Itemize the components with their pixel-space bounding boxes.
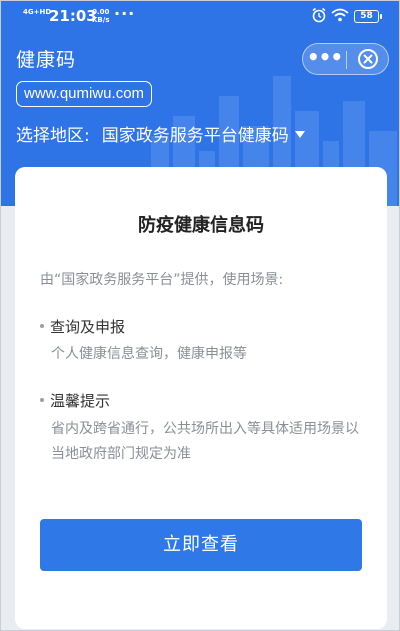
status-bar: 4G+HD 21:03 0.00 KB/s ··· 58 [1, 1, 399, 33]
region-selector[interactable]: 选择地区: 国家政务服务平台健康码 [16, 121, 305, 146]
battery-level: 58 [360, 11, 373, 21]
watermark-url: www.qumiwu.com [16, 81, 153, 107]
view-now-button[interactable]: 立即查看 [40, 519, 362, 571]
card-intro: 由“国家政务服务平台”提供，使用场景: [40, 272, 284, 288]
info-card: 防疫健康信息码 由“国家政务服务平台”提供，使用场景: 查询及申报 个人健康信息… [15, 167, 387, 629]
section-heading-text: 温馨提示 [50, 392, 111, 410]
section-heading: 查询及申报 [40, 316, 125, 337]
capsule-divider [346, 51, 347, 69]
section-body: 个人健康信息查询，健康申报等 [51, 346, 247, 362]
close-miniapp-button[interactable] [358, 49, 378, 69]
network-type: 4G+HD [23, 8, 52, 16]
alarm-icon [312, 7, 326, 23]
card-title: 防疫健康信息码 [138, 215, 264, 236]
section-body: 省内及跨省通行，公共场所出入等具体适用场景以当地政府部门规定为准 [51, 421, 359, 462]
more-options-button[interactable]: ••• [303, 44, 346, 74]
network-speed: 0.00 KB/s [92, 8, 109, 24]
wifi-icon [331, 8, 349, 22]
bullet-icon [40, 323, 44, 328]
region-label: 选择地区: [16, 126, 90, 146]
bullet-icon [40, 397, 44, 402]
miniapp-capsule: ••• [302, 43, 389, 75]
speed-unit: KB/s [92, 16, 110, 24]
phone-screen: 4G+HD 21:03 0.00 KB/s ··· 58 健康码 ••• www… [0, 0, 400, 631]
caret-down-icon [294, 130, 305, 138]
signal-icon: 4G+HD [23, 9, 51, 16]
close-icon [363, 54, 373, 64]
app-title: 健康码 [16, 49, 77, 71]
section-heading: 温馨提示 [40, 390, 110, 411]
battery-icon: 58 [354, 10, 382, 23]
status-more-indicator: ··· [114, 4, 136, 23]
section-heading-text: 查询及申报 [50, 318, 126, 336]
status-time: 21:03 [49, 7, 97, 25]
region-value: 国家政务服务平台健康码 [101, 126, 289, 146]
speed-value: 0.00 [92, 8, 110, 16]
